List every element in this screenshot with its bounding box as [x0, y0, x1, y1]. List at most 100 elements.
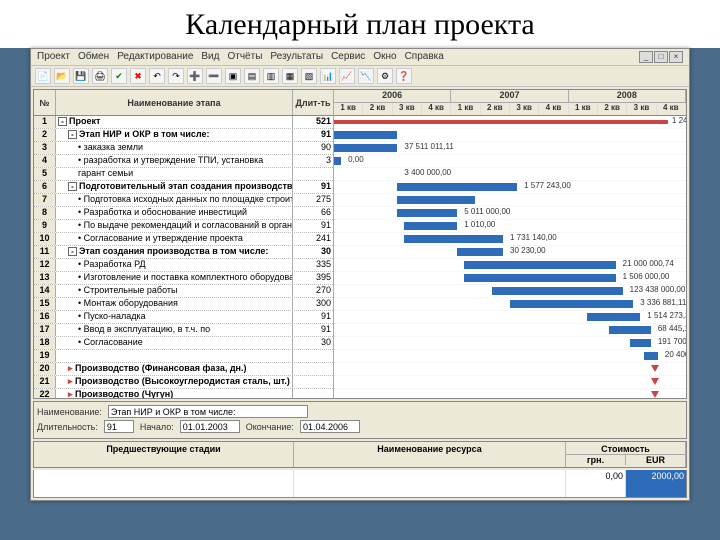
tb-add[interactable]: ➕: [187, 68, 203, 84]
tb-f[interactable]: ⚙: [377, 68, 393, 84]
gantt-row[interactable]: 68 445,11: [334, 324, 686, 337]
task-row[interactable]: 12• Разработка РД335: [34, 259, 333, 272]
task-row[interactable]: 19: [34, 350, 333, 363]
gantt-row[interactable]: 1 577 243,00: [334, 181, 686, 194]
toggle-icon[interactable]: -: [68, 130, 77, 139]
menu-window[interactable]: Окно: [373, 51, 396, 63]
gantt-row[interactable]: 30 230,00: [334, 246, 686, 259]
task-row[interactable]: 20▸ Производство (Финансовая фаза, дн.): [34, 363, 333, 376]
tb-del[interactable]: ➖: [206, 68, 222, 84]
tb-redo[interactable]: ↷: [168, 68, 184, 84]
gantt-bar[interactable]: [334, 131, 397, 139]
gantt-row[interactable]: 3 336 881,11: [334, 298, 686, 311]
task-row[interactable]: 11-Этап создания производства в том числ…: [34, 246, 333, 259]
menu-edit[interactable]: Редактирование: [117, 51, 193, 63]
gantt-row[interactable]: [334, 376, 686, 389]
gantt-bar[interactable]: [464, 274, 615, 282]
maximize-button[interactable]: □: [654, 51, 668, 63]
tb-b[interactable]: ▤: [244, 68, 260, 84]
gantt-bar[interactable]: [404, 235, 503, 243]
menu-help[interactable]: Справка: [405, 51, 444, 63]
gantt-bar[interactable]: [510, 300, 633, 308]
task-row[interactable]: 22▸ Производство (Чугун): [34, 389, 333, 398]
task-row[interactable]: 16• Пуско-наладка91: [34, 311, 333, 324]
gantt-bar[interactable]: [644, 352, 658, 360]
tb-g[interactable]: ❓: [396, 68, 412, 84]
task-row[interactable]: 15• Монтаж оборудования300: [34, 298, 333, 311]
gantt-row[interactable]: 0,00: [334, 155, 686, 168]
col-cost[interactable]: Стоимость грн. EUR: [566, 442, 686, 467]
task-row[interactable]: 18• Согласование30: [34, 337, 333, 350]
col-duration[interactable]: Длит-ть: [293, 90, 333, 115]
gantt-bar[interactable]: [404, 222, 457, 230]
gantt-row[interactable]: [334, 363, 686, 376]
close-button[interactable]: ×: [669, 51, 683, 63]
toggle-icon[interactable]: -: [68, 182, 77, 191]
col-name[interactable]: Наименование этапа: [56, 90, 293, 115]
tb-undo[interactable]: ↶: [149, 68, 165, 84]
gantt-row[interactable]: 21 000 000,74: [334, 259, 686, 272]
gantt-row[interactable]: 1 010,00: [334, 220, 686, 233]
gantt-row[interactable]: 37 511 011,11: [334, 142, 686, 155]
tb-e[interactable]: ▧: [301, 68, 317, 84]
task-row[interactable]: 5гарант семьи: [34, 168, 333, 181]
gantt-bar[interactable]: [397, 183, 517, 191]
menu-project[interactable]: Проект: [37, 51, 70, 63]
start-field[interactable]: [180, 420, 240, 433]
task-row[interactable]: 9• По выдаче рекомендаций и согласований…: [34, 220, 333, 233]
toggle-icon[interactable]: -: [68, 247, 77, 256]
gantt-row[interactable]: 191 700,10: [334, 337, 686, 350]
tb-chart3[interactable]: 📉: [358, 68, 374, 84]
task-row[interactable]: 3• заказка земли90: [34, 142, 333, 155]
col-number[interactable]: №: [34, 90, 56, 115]
tb-new[interactable]: 📄: [35, 68, 51, 84]
duration-field[interactable]: [104, 420, 134, 433]
tb-open[interactable]: 📂: [54, 68, 70, 84]
minimize-button[interactable]: _: [639, 51, 653, 63]
task-row[interactable]: 21▸ Производство (Высокоуглеродистая ста…: [34, 376, 333, 389]
col-prev-stages[interactable]: Предшествующие стадии: [34, 442, 294, 467]
gantt-bar[interactable]: [334, 144, 397, 152]
task-row[interactable]: 13• Изготовление и поставка комплектного…: [34, 272, 333, 285]
menu-reports[interactable]: Отчёты: [227, 51, 262, 63]
gantt-bar[interactable]: [457, 248, 503, 256]
task-row[interactable]: 17• Ввод в эксплуатацию, в т.ч. по91: [34, 324, 333, 337]
menu-view[interactable]: Вид: [201, 51, 219, 63]
gantt-row[interactable]: 1 514 273,30: [334, 311, 686, 324]
tb-a[interactable]: ▣: [225, 68, 241, 84]
tb-print[interactable]: 🖨: [92, 68, 108, 84]
gantt-bar[interactable]: [587, 313, 640, 321]
gantt-row[interactable]: 1 731 140,00: [334, 233, 686, 246]
gantt-bar[interactable]: [334, 120, 668, 124]
tb-chart1[interactable]: 📊: [320, 68, 336, 84]
col-resource-name[interactable]: Наименование ресурса: [294, 442, 566, 467]
gantt-row[interactable]: [334, 389, 686, 398]
gantt-row[interactable]: 3 400 000,00: [334, 168, 686, 181]
gantt-row[interactable]: 1 506 000,00: [334, 272, 686, 285]
gantt-bar[interactable]: [630, 339, 651, 347]
task-row[interactable]: 4• разработка и утверждение ТПИ, установ…: [34, 155, 333, 168]
toggle-icon[interactable]: -: [58, 117, 67, 126]
gantt-bar[interactable]: [334, 157, 341, 165]
gantt-row[interactable]: [334, 194, 686, 207]
task-row[interactable]: 7• Подготовка исходных данных по площадк…: [34, 194, 333, 207]
gantt-row[interactable]: 5 011 000,00: [334, 207, 686, 220]
task-row[interactable]: 8• Разработка и обоснование инвестиций66: [34, 207, 333, 220]
name-field[interactable]: [108, 405, 308, 418]
task-row[interactable]: 6-Подготовительный этап создания произво…: [34, 181, 333, 194]
gantt-body[interactable]: 1 242 564,44 37 511 011,110,003 400 000,0…: [334, 116, 686, 398]
menu-exchange[interactable]: Обмен: [78, 51, 109, 63]
gantt-bar[interactable]: [397, 196, 474, 204]
gantt-bar[interactable]: [609, 326, 651, 334]
task-row[interactable]: 1-Проект521: [34, 116, 333, 129]
tb-chart2[interactable]: 📈: [339, 68, 355, 84]
task-row[interactable]: 2-Этап НИР и ОКР в том числе:91: [34, 129, 333, 142]
gantt-bar[interactable]: [492, 287, 622, 295]
task-row[interactable]: 14• Строительные работы270: [34, 285, 333, 298]
tb-cancel[interactable]: ✖: [130, 68, 146, 84]
gantt-row[interactable]: 1 242 564,44: [334, 116, 686, 129]
gantt-bar[interactable]: [464, 261, 615, 269]
tb-c[interactable]: ▥: [263, 68, 279, 84]
gantt-row[interactable]: 123 438 000,00: [334, 285, 686, 298]
gantt-row[interactable]: 20 400,00: [334, 350, 686, 363]
